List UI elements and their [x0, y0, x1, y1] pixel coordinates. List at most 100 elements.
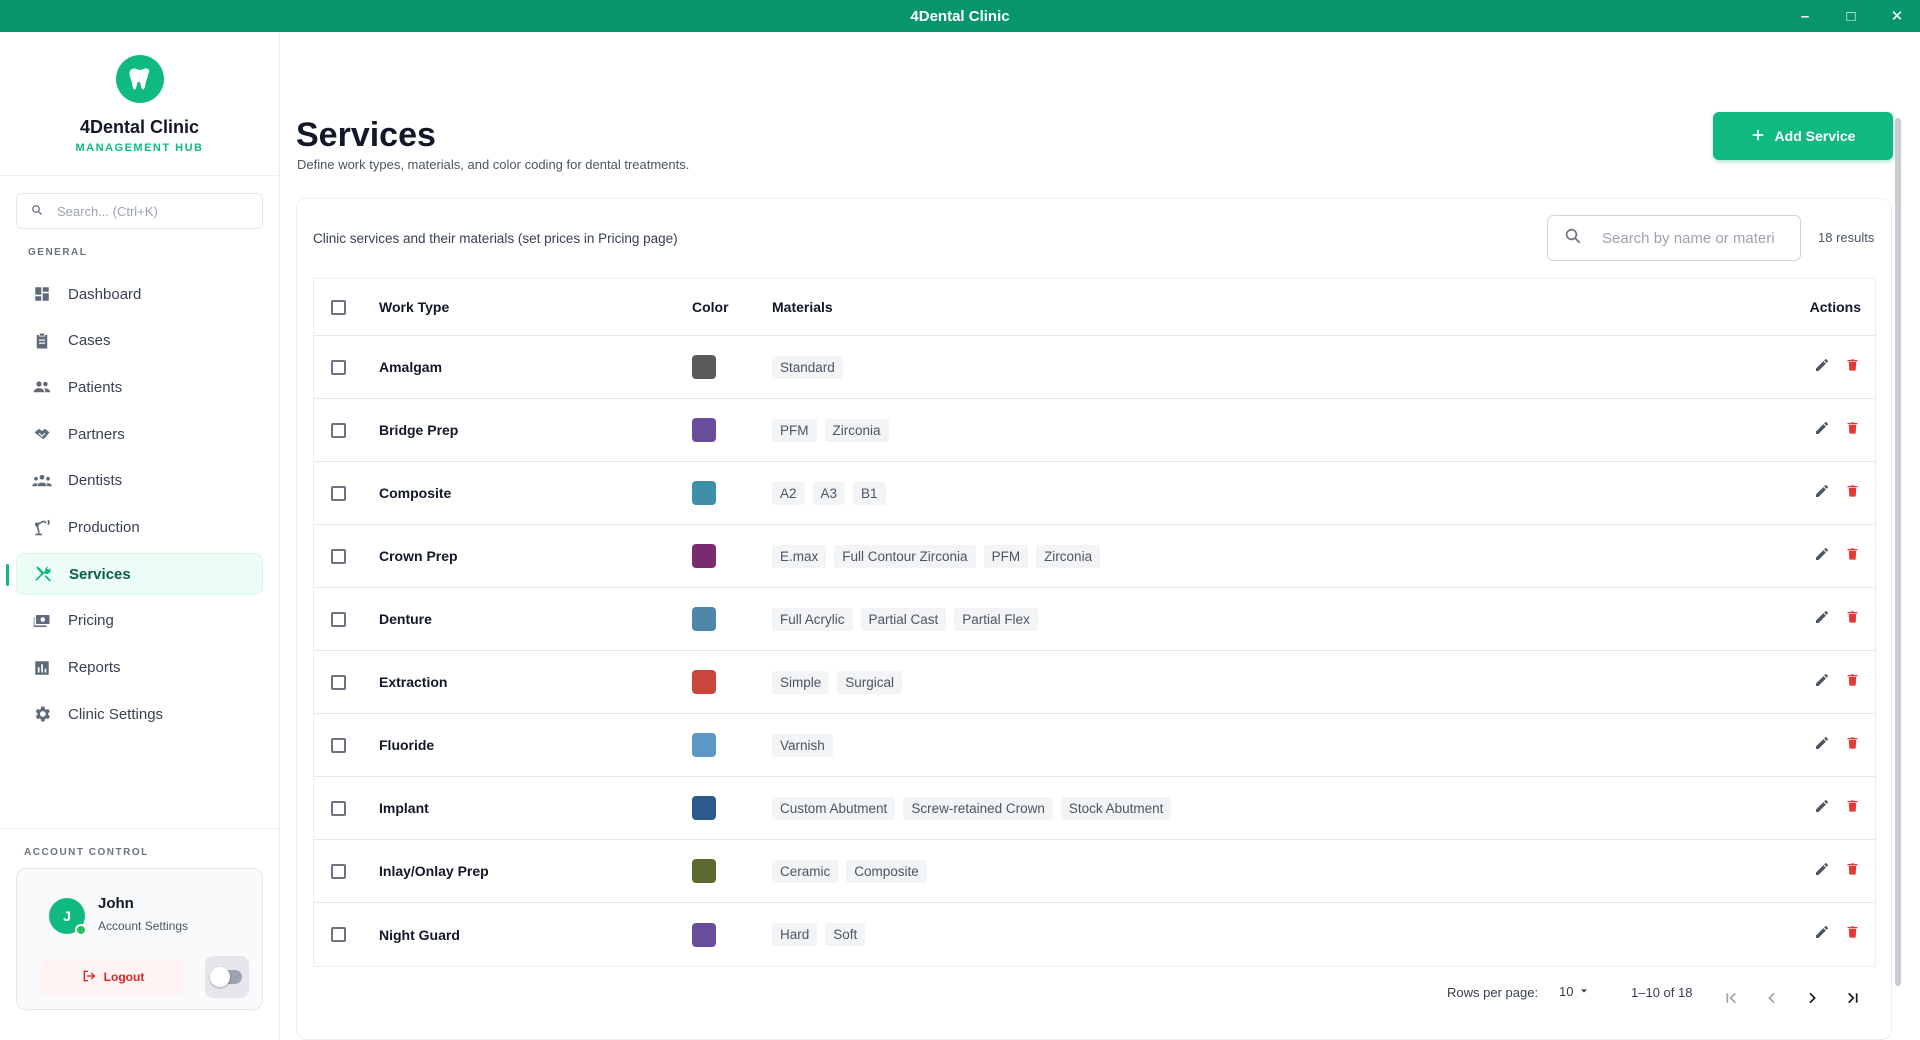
edit-icon[interactable]	[1814, 546, 1830, 567]
row-checkbox[interactable]	[331, 737, 346, 753]
close-icon[interactable]: ✕	[1874, 0, 1920, 32]
edit-icon[interactable]	[1814, 861, 1830, 882]
row-actions	[1814, 357, 1860, 378]
edit-icon[interactable]	[1814, 609, 1830, 630]
people-icon	[32, 377, 52, 397]
row-checkbox[interactable]	[331, 485, 346, 501]
edit-icon[interactable]	[1814, 357, 1830, 378]
window-title: 4Dental Clinic	[910, 7, 1010, 25]
theme-toggle[interactable]	[205, 956, 249, 998]
material-chip: Surgical	[837, 670, 903, 694]
page-subtitle: Define work types, materials, and color …	[297, 157, 690, 172]
account-settings-link[interactable]: Account Settings	[98, 919, 188, 933]
pagination-range: 1–10 of 18	[1631, 985, 1693, 1000]
table-search[interactable]	[1547, 215, 1801, 261]
last-page-icon[interactable]	[1844, 990, 1860, 1009]
material-chip: A2	[772, 481, 805, 505]
sidebar-search[interactable]: Search... (Ctrl+K)	[16, 193, 263, 229]
header-work-type[interactable]: Work Type	[379, 299, 449, 315]
sidebar-item-label: Production	[68, 518, 140, 536]
delete-icon[interactable]	[1845, 609, 1860, 630]
table-row[interactable]: Implant Custom Abutment Screw-retained Cr…	[314, 777, 1875, 840]
row-checkbox[interactable]	[331, 863, 346, 879]
edit-icon[interactable]	[1814, 924, 1830, 945]
previous-page-icon[interactable]	[1764, 990, 1780, 1009]
row-checkbox[interactable]	[331, 548, 346, 564]
work-type-name: Denture	[379, 611, 432, 627]
delete-icon[interactable]	[1845, 861, 1860, 882]
tools-icon	[33, 564, 53, 584]
sidebar-item-production[interactable]: Production	[16, 506, 263, 548]
sidebar-item-label: Services	[69, 565, 131, 583]
delete-icon[interactable]	[1845, 924, 1860, 945]
row-checkbox[interactable]	[331, 422, 346, 438]
row-checkbox[interactable]	[331, 359, 346, 375]
handshake-icon	[32, 424, 52, 444]
rows-per-page-value: 10	[1559, 984, 1574, 999]
delete-icon[interactable]	[1845, 546, 1860, 567]
table-row[interactable]: Denture Full Acrylic Partial Cast Partial …	[314, 588, 1875, 651]
toggle-switch[interactable]	[210, 967, 242, 987]
delete-icon[interactable]	[1845, 483, 1860, 504]
sidebar-item-services[interactable]: Services	[6, 553, 263, 596]
edit-icon[interactable]	[1814, 483, 1830, 504]
materials-list: Full Acrylic Partial Cast Partial Flex	[772, 607, 1038, 631]
row-checkbox[interactable]	[331, 611, 346, 627]
sidebar-item-reports[interactable]: Reports	[16, 647, 263, 689]
table-row[interactable]: Extraction Simple Surgical	[314, 651, 1875, 714]
next-page-icon[interactable]	[1804, 990, 1820, 1009]
table-row[interactable]: Crown Prep E.max Full Contour Zirconia PFM…	[314, 525, 1875, 588]
table-row[interactable]: Amalgam Standard	[314, 336, 1875, 399]
search-input[interactable]	[1602, 229, 1787, 247]
materials-list: PFM Zirconia	[772, 418, 889, 442]
sidebar-item-dentists[interactable]: Dentists	[16, 460, 263, 502]
material-chip: Simple	[772, 670, 830, 694]
material-chip: A3	[812, 481, 846, 505]
edit-icon[interactable]	[1814, 420, 1830, 441]
table-row[interactable]: Inlay/Onlay Prep Ceramic Composite	[314, 840, 1875, 903]
rows-per-page-select[interactable]: 10	[1559, 984, 1589, 999]
row-checkbox[interactable]	[331, 800, 346, 816]
color-swatch	[692, 859, 716, 883]
sidebar-item-dashboard[interactable]: Dashboard	[16, 273, 263, 315]
edit-icon[interactable]	[1814, 672, 1830, 693]
avatar[interactable]: J	[49, 898, 87, 936]
logout-button[interactable]: Logout	[41, 959, 185, 995]
material-chip: Soft	[825, 923, 866, 946]
scrollbar[interactable]	[1895, 118, 1901, 986]
account-divider	[0, 828, 280, 829]
sidebar-item-patients[interactable]: Patients	[16, 366, 263, 408]
add-service-label: Add Service	[1774, 128, 1856, 144]
color-swatch	[692, 481, 716, 505]
materials-list: Ceramic Composite	[772, 859, 927, 883]
work-type-name: Crown Prep	[379, 548, 458, 564]
row-checkbox[interactable]	[331, 927, 346, 942]
sidebar-item-pricing[interactable]: Pricing	[16, 600, 263, 642]
select-all-checkbox[interactable]	[331, 299, 346, 315]
edit-icon[interactable]	[1814, 735, 1830, 756]
add-service-button[interactable]: Add Service	[1713, 112, 1893, 160]
delete-icon[interactable]	[1845, 357, 1860, 378]
account-name[interactable]: John	[98, 895, 134, 912]
sidebar-item-clinic-settings[interactable]: Clinic Settings	[16, 693, 263, 735]
maximize-icon[interactable]: □	[1828, 0, 1874, 32]
delete-icon[interactable]	[1845, 798, 1860, 819]
table-row[interactable]: Composite A2 A3 B1	[314, 462, 1875, 525]
table-row[interactable]: Bridge Prep PFM Zirconia	[314, 399, 1875, 462]
delete-icon[interactable]	[1845, 420, 1860, 441]
sidebar-item-partners[interactable]: Partners	[16, 413, 263, 455]
chevron-down-icon	[1579, 984, 1589, 999]
minimize-icon[interactable]: –	[1782, 0, 1828, 32]
work-type-name: Composite	[379, 485, 452, 501]
row-actions	[1814, 672, 1860, 693]
delete-icon[interactable]	[1845, 672, 1860, 693]
robot-arm-icon	[32, 517, 52, 537]
edit-icon[interactable]	[1814, 798, 1830, 819]
row-checkbox[interactable]	[331, 674, 346, 690]
table-row[interactable]: Fluoride Varnish	[314, 714, 1875, 777]
delete-icon[interactable]	[1845, 735, 1860, 756]
table-row[interactable]: Night Guard Hard Soft	[314, 903, 1875, 966]
sidebar-item-cases[interactable]: Cases	[16, 320, 263, 362]
first-page-icon[interactable]	[1724, 990, 1740, 1009]
color-swatch	[692, 733, 716, 757]
